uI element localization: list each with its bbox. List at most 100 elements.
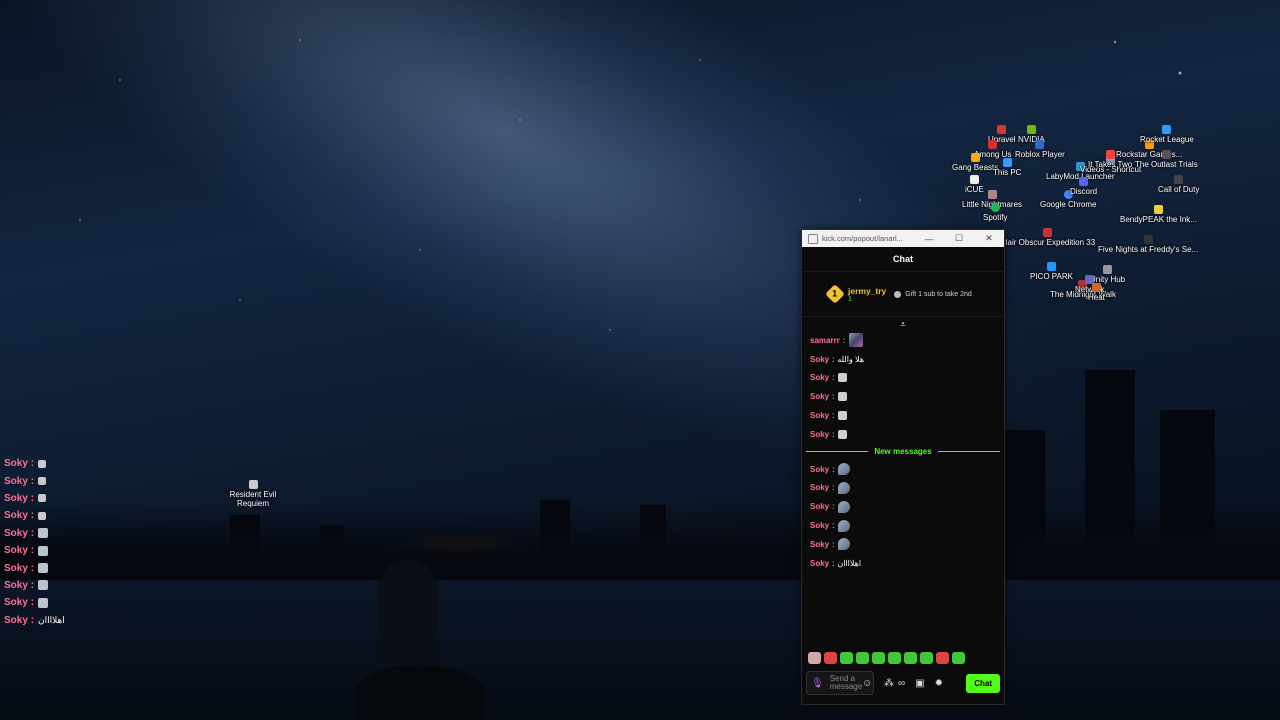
store-icon[interactable]: ▣	[915, 678, 924, 689]
emote-icon	[838, 481, 851, 494]
wallpaper-building	[1160, 410, 1215, 560]
desktop-icon[interactable]: BendyPEAK the Ink...	[1120, 205, 1197, 224]
desktop-icon[interactable]: Spotify	[983, 203, 1007, 222]
overlay-chat-row: Soky :	[4, 525, 144, 542]
emote-icon	[38, 597, 49, 608]
chat-messages-new: Soky: Soky: Soky: Soky: Soky: Soky: اهلاا…	[802, 460, 1004, 573]
emote-icon	[38, 545, 49, 556]
emote-icon	[838, 519, 851, 532]
new-messages-divider: New messages	[806, 444, 1000, 460]
wallpaper-building	[1085, 370, 1135, 560]
emote-icon	[838, 463, 851, 476]
emote-icon	[38, 477, 47, 486]
window-url: kick.com/popout/lanarl...	[822, 234, 903, 243]
chat-message: Soky: هلا والله	[810, 354, 865, 364]
emote-icon[interactable]	[904, 652, 917, 664]
gear-icon[interactable]: ✹	[935, 678, 943, 689]
send-chat-button[interactable]: Chat	[966, 673, 1000, 693]
wallpaper-building	[540, 500, 570, 560]
chat-header: Chat	[802, 247, 1004, 272]
emoji-icon[interactable]: ☺	[862, 678, 872, 689]
emote-icon	[838, 373, 848, 383]
overlay-chat-row: Soky :	[4, 559, 144, 576]
emote-icon[interactable]	[824, 652, 837, 664]
desktop-icon-resident-evil[interactable]: Resident Evil Requiem	[228, 480, 278, 508]
emote-icon	[838, 429, 848, 439]
desktop-icon[interactable]: Call of Duty	[1158, 175, 1199, 194]
close-button[interactable]: ✕	[974, 233, 1004, 244]
chat-message: Soky:	[810, 479, 996, 498]
overlay-chat-row: Soky :	[4, 577, 144, 594]
desktop-icon[interactable]: Heat	[1088, 283, 1105, 302]
desktop-icon[interactable]: Discord	[1070, 177, 1097, 196]
chat-message: Soky:	[810, 460, 996, 479]
overlay-chat-row: Soky : اهلاااان	[4, 614, 65, 626]
desktop-icon[interactable]: Clair Obscur Expedition 33	[1000, 228, 1095, 247]
emote-icon[interactable]	[840, 652, 853, 664]
emote-icon[interactable]	[920, 652, 933, 664]
emote-icon[interactable]	[808, 652, 821, 664]
chat-popout-window[interactable]: kick.com/popout/lanarl... — ☐ ✕ Chat 1 j…	[801, 229, 1005, 705]
gift-icon	[894, 290, 902, 298]
emote-icon	[38, 511, 47, 520]
emote-icon[interactable]	[888, 652, 901, 664]
page-icon	[808, 233, 818, 244]
desktop-icon[interactable]: PICO PARK	[1030, 262, 1073, 281]
rank-badge: 1	[825, 284, 845, 304]
emote-icon	[838, 500, 851, 513]
chat-message: Soky:	[810, 387, 996, 406]
wallpaper-rock	[355, 665, 485, 720]
emote-icon	[38, 528, 49, 539]
overlay-chat-row: Soky :	[4, 455, 144, 472]
overlay-chat-row: Soky :	[4, 472, 144, 489]
wallpaper-water	[0, 580, 1280, 720]
emote-icon	[38, 580, 49, 591]
emote-icon[interactable]	[872, 652, 885, 664]
overlay-chat-row: Soky :	[4, 490, 144, 507]
overlay-chat-row: Soky :	[4, 594, 144, 611]
chat-input-placeholder: Send a message	[829, 674, 863, 691]
chat-message: Soky:	[810, 425, 996, 444]
emote-icon	[838, 392, 848, 402]
top-gifter[interactable]: 1 jermy_try 1 Gift 1 sub to take 2nd	[802, 272, 1004, 317]
window-titlebar[interactable]: kick.com/popout/lanarl... — ☐ ✕	[802, 230, 1004, 247]
desktop-icon[interactable]: The Outlast Trials	[1135, 150, 1198, 169]
desktop-icon[interactable]: Five Nights at Freddy's Se...	[1098, 235, 1198, 254]
emote-icon	[38, 494, 47, 503]
emote-icon[interactable]	[952, 652, 965, 664]
chat-input[interactable]: 🎙 Send a message ☺	[806, 671, 874, 695]
desktop-icon[interactable]: Gang Beasts	[952, 153, 998, 172]
overlay-chat-row: Soky :	[4, 507, 144, 524]
minimize-button[interactable]: —	[914, 234, 944, 244]
emote-icon[interactable]	[856, 652, 869, 664]
emote-icon	[838, 411, 848, 421]
game-icon	[248, 480, 258, 489]
microphone-icon[interactable]: 🎙	[811, 678, 824, 689]
overlay-chat-row: Soky :	[4, 542, 144, 559]
maximize-button[interactable]: ☐	[944, 233, 974, 244]
gift-tools-icon[interactable]: ⁂	[884, 678, 894, 689]
desktop-icon[interactable]: Roblox Player	[1015, 140, 1065, 159]
gifter-name: jermy_try	[848, 285, 887, 296]
chevron-down-icon[interactable]: ⩡	[802, 317, 1004, 331]
chat-message: Soky:	[810, 497, 996, 516]
wallpaper-building	[230, 515, 260, 560]
desktop-icon[interactable]: Rocket League	[1140, 125, 1194, 144]
quick-emote-bar[interactable]	[808, 652, 965, 664]
gift-sub-prompt[interactable]: Gift 1 sub to take 2nd	[894, 290, 972, 298]
chat-message: Soky:	[810, 516, 996, 535]
wallpaper-building	[640, 505, 666, 560]
emote-icon	[838, 538, 851, 551]
emote-icon[interactable]	[936, 652, 949, 664]
chat-message: Soky:	[810, 406, 996, 425]
chat-message: Soky:	[810, 369, 996, 388]
chat-message: samarrr:	[810, 331, 996, 350]
desktop-icon[interactable]: It Takes Two	[1088, 150, 1132, 169]
emote-icon	[849, 333, 864, 348]
infinity-icon[interactable]: ∞	[898, 678, 905, 689]
wallpaper-building	[1005, 430, 1045, 560]
desktop-icon[interactable]: This PC	[993, 158, 1021, 177]
chat-input-row: 🎙 Send a message ☺ ⁂ ∞ ▣ ✹ Chat	[806, 670, 1000, 696]
gifter-info: jermy_try 1	[848, 286, 886, 303]
wallpaper-building	[320, 525, 344, 560]
